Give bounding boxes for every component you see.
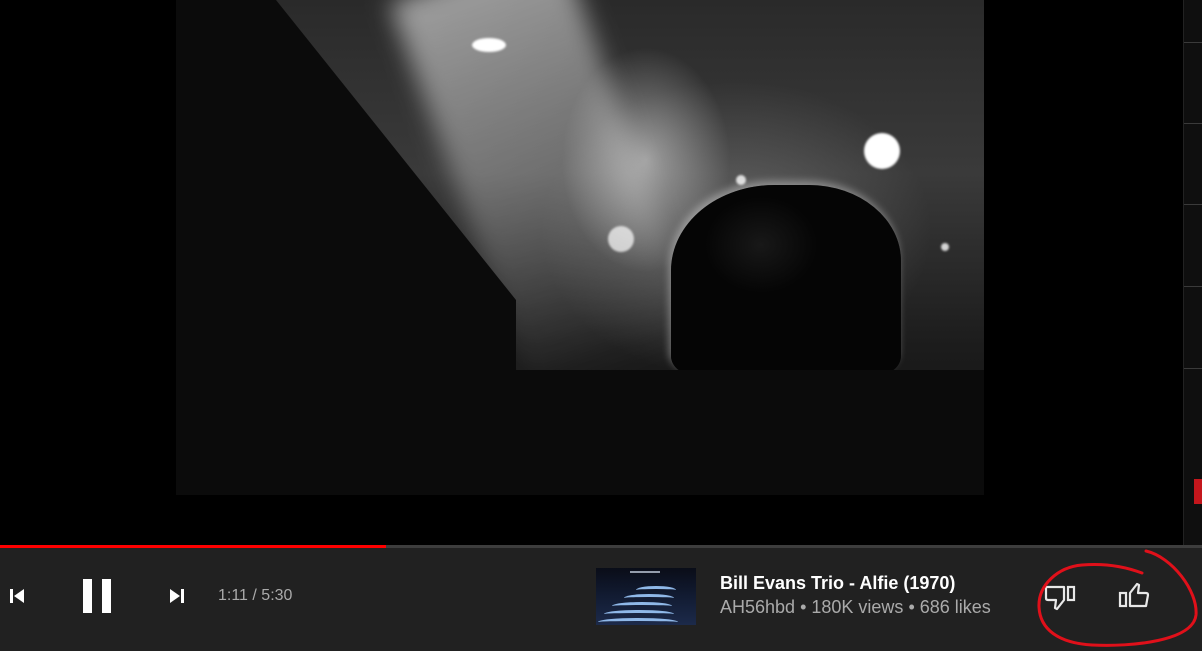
thumbs-up-icon [1118, 582, 1150, 608]
thumbs-down-icon [1044, 585, 1076, 611]
player-bar: 1:11 / 5:30 Bill Evans Trio - Alfie (197… [0, 545, 1202, 651]
track-meta: AH56hbd • 180K views • 686 likes [720, 597, 991, 618]
time-display: 1:11 / 5:30 [218, 587, 292, 605]
video-frame[interactable] [176, 0, 984, 495]
sidebar-edge [1183, 0, 1202, 545]
stage-light [941, 243, 949, 251]
track-thumbnail[interactable] [596, 568, 696, 625]
ceiling-light [472, 38, 506, 52]
skip-next-icon [170, 589, 184, 603]
pause-button[interactable] [76, 575, 118, 617]
progress-bar[interactable] [0, 545, 1202, 548]
stage-light [864, 133, 900, 169]
meta-separator: • [908, 597, 915, 617]
progress-fill [0, 545, 386, 548]
time-total: 5:30 [261, 587, 293, 604]
track-title[interactable]: Bill Evans Trio - Alfie (1970) [720, 573, 955, 594]
stage-light [736, 175, 746, 185]
next-button[interactable] [164, 583, 190, 609]
meta-separator: • [800, 597, 807, 617]
like-count: 686 likes [919, 597, 991, 617]
sidebar-accent-marker [1194, 479, 1202, 504]
previous-button[interactable] [4, 583, 30, 609]
stage-light [608, 226, 634, 252]
view-count: 180K views [811, 597, 904, 617]
skip-previous-icon [10, 589, 24, 603]
pianist-silhouette [671, 185, 901, 375]
channel-name[interactable]: AH56hbd [720, 597, 795, 617]
pause-icon [83, 579, 111, 613]
dislike-button[interactable] [1042, 578, 1080, 616]
video-area[interactable] [0, 0, 1183, 545]
time-separator: / [247, 587, 262, 604]
like-button[interactable] [1114, 577, 1152, 615]
time-current: 1:11 [218, 587, 248, 604]
